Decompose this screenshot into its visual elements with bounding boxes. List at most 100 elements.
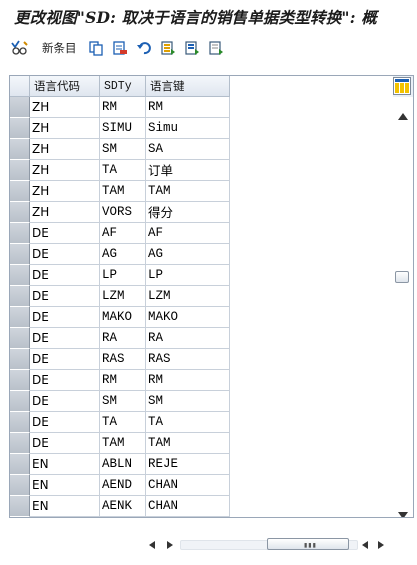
cell-language[interactable]: EN: [30, 496, 100, 517]
cell-sd-type[interactable]: RM: [100, 97, 146, 118]
cell-language-key[interactable]: AG: [146, 244, 230, 265]
cell-language-key[interactable]: LZM: [146, 286, 230, 307]
cell-language[interactable]: DE: [30, 370, 100, 391]
cell-sd-type[interactable]: SM: [100, 391, 146, 412]
scroll-down-arrow[interactable]: [398, 512, 408, 517]
cell-sd-type[interactable]: AF: [100, 223, 146, 244]
select-all-rows-corner[interactable]: [10, 76, 30, 97]
cell-sd-type[interactable]: TAM: [100, 433, 146, 454]
undo-button[interactable]: [136, 38, 152, 58]
cell-sd-type[interactable]: TA: [100, 412, 146, 433]
cell-language[interactable]: ZH: [30, 118, 100, 139]
cell-sd-type[interactable]: RM: [100, 370, 146, 391]
cell-language[interactable]: DE: [30, 391, 100, 412]
cell-language[interactable]: DE: [30, 286, 100, 307]
cell-language-key[interactable]: SM: [146, 391, 230, 412]
cell-sd-type[interactable]: SM: [100, 139, 146, 160]
cell-language[interactable]: DE: [30, 433, 100, 454]
cell-language[interactable]: ZH: [30, 97, 100, 118]
row-selector[interactable]: [10, 412, 30, 433]
cell-language-key[interactable]: REJE: [146, 454, 230, 475]
select-block-button[interactable]: [184, 38, 200, 58]
row-selector[interactable]: [10, 349, 30, 370]
horizontal-scroll-track[interactable]: ▮▮▮: [180, 538, 358, 550]
cell-language[interactable]: ZH: [30, 139, 100, 160]
row-selector[interactable]: [10, 286, 30, 307]
cell-language[interactable]: DE: [30, 223, 100, 244]
cell-language[interactable]: ZH: [30, 202, 100, 223]
cell-language-key[interactable]: RM: [146, 370, 230, 391]
cell-language-key[interactable]: TAM: [146, 433, 230, 454]
cell-language[interactable]: DE: [30, 307, 100, 328]
row-selector[interactable]: [10, 391, 30, 412]
delete-button[interactable]: [112, 38, 128, 58]
row-selector[interactable]: [10, 328, 30, 349]
new-entries-button[interactable]: 新条目: [38, 38, 77, 58]
scroll-up-arrow[interactable]: [398, 113, 408, 120]
row-selector[interactable]: [10, 475, 30, 496]
cell-sd-type[interactable]: RAS: [100, 349, 146, 370]
cell-language-key[interactable]: LP: [146, 265, 230, 286]
column-header-language-key[interactable]: 语言键: [146, 76, 230, 97]
row-selector[interactable]: [10, 496, 30, 517]
select-all-button[interactable]: [160, 38, 176, 58]
cell-sd-type[interactable]: AF: [100, 517, 146, 518]
row-selector[interactable]: [10, 244, 30, 265]
cell-language-key[interactable]: Simu: [146, 118, 230, 139]
row-selector[interactable]: [10, 265, 30, 286]
column-settings-button[interactable]: [393, 77, 411, 95]
row-selector[interactable]: [10, 202, 30, 223]
row-selector[interactable]: [10, 517, 30, 518]
cell-language-key[interactable]: RA: [146, 328, 230, 349]
cell-sd-type[interactable]: ABLN: [100, 454, 146, 475]
cell-language[interactable]: EN: [30, 475, 100, 496]
cell-language-key[interactable]: TA: [146, 412, 230, 433]
cell-language-key[interactable]: 订单: [146, 160, 230, 181]
cell-language-key[interactable]: CHAN: [146, 496, 230, 517]
cell-sd-type[interactable]: VORS: [100, 202, 146, 223]
row-selector[interactable]: [10, 433, 30, 454]
cell-sd-type[interactable]: AENK: [100, 496, 146, 517]
cell-sd-type[interactable]: AEND: [100, 475, 146, 496]
cell-sd-type[interactable]: TA: [100, 160, 146, 181]
cell-sd-type[interactable]: LZM: [100, 286, 146, 307]
cell-language[interactable]: EN: [30, 454, 100, 475]
cell-language-key[interactable]: TAM: [146, 181, 230, 202]
cell-language-key[interactable]: RM: [146, 97, 230, 118]
row-selector[interactable]: [10, 307, 30, 328]
row-selector[interactable]: [10, 223, 30, 244]
vertical-scrollbar[interactable]: [394, 97, 413, 517]
cell-sd-type[interactable]: AG: [100, 244, 146, 265]
row-selector[interactable]: [10, 370, 30, 391]
row-selector[interactable]: [10, 139, 30, 160]
cell-language-key[interactable]: AF: [146, 223, 230, 244]
cell-language[interactable]: ZH: [30, 160, 100, 181]
horizontal-scroll-thumb[interactable]: ▮▮▮: [267, 538, 349, 550]
row-selector[interactable]: [10, 454, 30, 475]
row-selector[interactable]: [10, 97, 30, 118]
display-change-button[interactable]: [10, 38, 30, 58]
cell-language[interactable]: DE: [30, 244, 100, 265]
column-header-sd-type[interactable]: SDTy: [100, 76, 146, 97]
cell-language-key[interactable]: IN: [146, 517, 230, 518]
cell-language-key[interactable]: RAS: [146, 349, 230, 370]
cell-language[interactable]: EN: [30, 517, 100, 518]
cell-sd-type[interactable]: MAKO: [100, 307, 146, 328]
scroll-right-arrow-2[interactable]: [378, 541, 384, 549]
scroll-left-arrow[interactable]: [149, 541, 155, 549]
cell-sd-type[interactable]: SIMU: [100, 118, 146, 139]
scroll-left-arrow-2[interactable]: [362, 541, 368, 549]
copy-button[interactable]: [88, 38, 104, 58]
cell-language-key[interactable]: MAKO: [146, 307, 230, 328]
cell-sd-type[interactable]: TAM: [100, 181, 146, 202]
cell-language[interactable]: DE: [30, 349, 100, 370]
cell-sd-type[interactable]: LP: [100, 265, 146, 286]
vertical-scroll-thumb[interactable]: [395, 271, 409, 283]
row-selector[interactable]: [10, 160, 30, 181]
column-header-language[interactable]: 语言代码: [30, 76, 100, 97]
cell-language-key[interactable]: SA: [146, 139, 230, 160]
cell-language[interactable]: DE: [30, 265, 100, 286]
cell-language[interactable]: ZH: [30, 181, 100, 202]
row-selector[interactable]: [10, 181, 30, 202]
row-selector[interactable]: [10, 118, 30, 139]
